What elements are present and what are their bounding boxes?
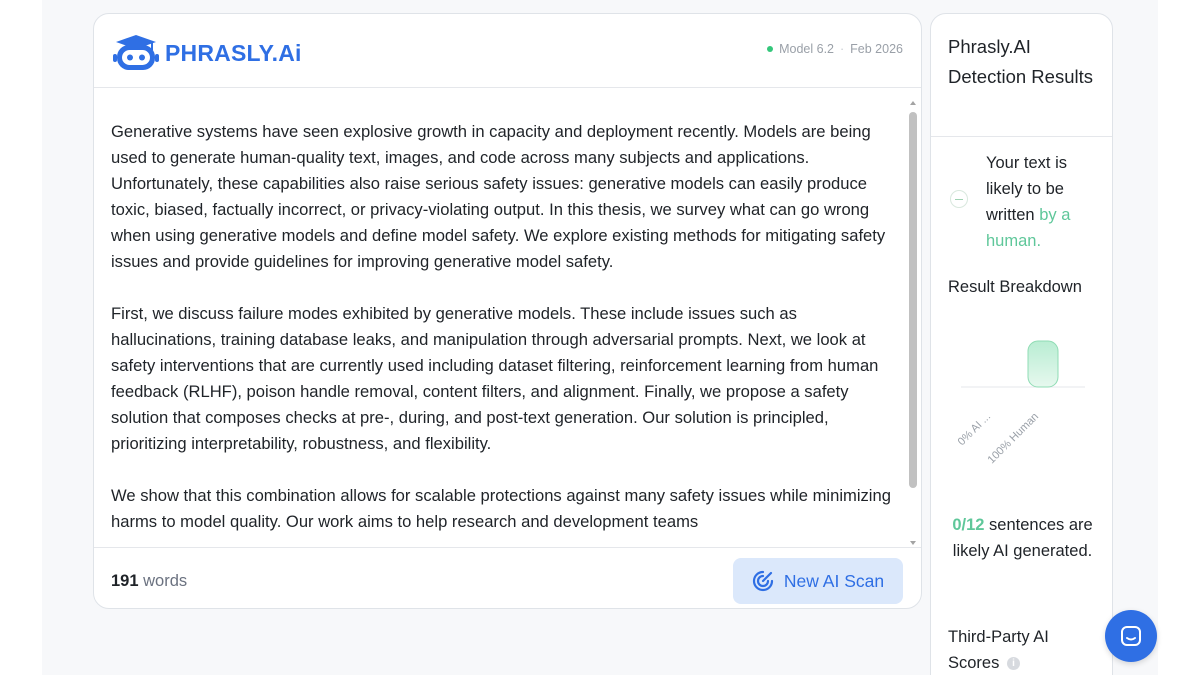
sentences-count: 0/12 bbox=[952, 516, 985, 534]
radar-scan-icon bbox=[752, 570, 773, 592]
paragraph-1: Generative systems have seen explosive g… bbox=[111, 122, 886, 271]
third-party-title: Third-Party AI Scores bbox=[948, 628, 1049, 672]
word-count-label: words bbox=[143, 572, 188, 590]
paragraph-2: First, we discuss failure modes exhibite… bbox=[111, 304, 879, 453]
results-panel: Phrasly.AI Detection Results Your text i… bbox=[930, 13, 1113, 675]
paragraph-3: We show that this combination allows for… bbox=[111, 486, 891, 531]
info-icon[interactable]: i bbox=[1006, 657, 1020, 671]
scan-button-label: New AI Scan bbox=[783, 570, 885, 591]
word-count-value: 191 bbox=[111, 572, 139, 590]
text-input-area[interactable]: Generative systems have seen explosive g… bbox=[94, 89, 921, 548]
card-footer: 191 words New AI Scan bbox=[94, 548, 921, 608]
results-divider bbox=[931, 136, 1112, 137]
chat-support-button[interactable] bbox=[1105, 610, 1157, 662]
chart-tick-label-1: 100% Human bbox=[986, 411, 1042, 467]
results-title: Phrasly.AI Detection Results bbox=[948, 36, 1093, 87]
status-dot-icon bbox=[767, 46, 774, 52]
verdict-text: Your text is likely to be written by a h… bbox=[986, 150, 1098, 254]
result-breakdown-chart: 0% AI ...100% Human bbox=[956, 340, 1085, 467]
chat-bubble-icon bbox=[1121, 626, 1141, 646]
new-ai-scan-button[interactable]: New AI Scan bbox=[733, 558, 903, 604]
scrollbar-thumb[interactable] bbox=[909, 112, 917, 488]
scroll-up-arrow-icon[interactable] bbox=[910, 101, 916, 105]
card-header: PHRASLY.Ai Model 6.2 · Feb 2026 bbox=[94, 14, 921, 88]
scroll-down-arrow-icon[interactable] bbox=[910, 541, 916, 545]
robot-mascot-icon bbox=[113, 35, 159, 70]
model-info: Model 6.2 · Feb 2026 bbox=[767, 42, 903, 56]
model-date: Feb 2026 bbox=[850, 42, 903, 56]
model-version: Model 6.2 bbox=[779, 42, 834, 56]
breakdown-title: Result Breakdown bbox=[948, 278, 1082, 296]
third-party-scores: Third-Party AI Scores i bbox=[948, 624, 1098, 675]
vertical-scrollbar[interactable] bbox=[909, 101, 919, 545]
sentences-summary: 0/12 sentences are likely AI generated. bbox=[941, 512, 1104, 564]
brand-logo[interactable]: PHRASLY.Ai bbox=[112, 32, 302, 72]
chart-bar-1 bbox=[1027, 340, 1059, 388]
document-text[interactable]: Generative systems have seen explosive g… bbox=[111, 119, 891, 547]
separator-dot: · bbox=[840, 42, 845, 56]
editor-card: PHRASLY.Ai Model 6.2 · Feb 2026 Generati… bbox=[93, 13, 922, 609]
word-count: 191 words bbox=[111, 572, 187, 591]
chart-tick-label-0: 0% AI ... bbox=[956, 411, 993, 448]
verdict-gauge-icon bbox=[950, 190, 968, 208]
brand-name: PHRASLY.Ai bbox=[165, 40, 302, 66]
